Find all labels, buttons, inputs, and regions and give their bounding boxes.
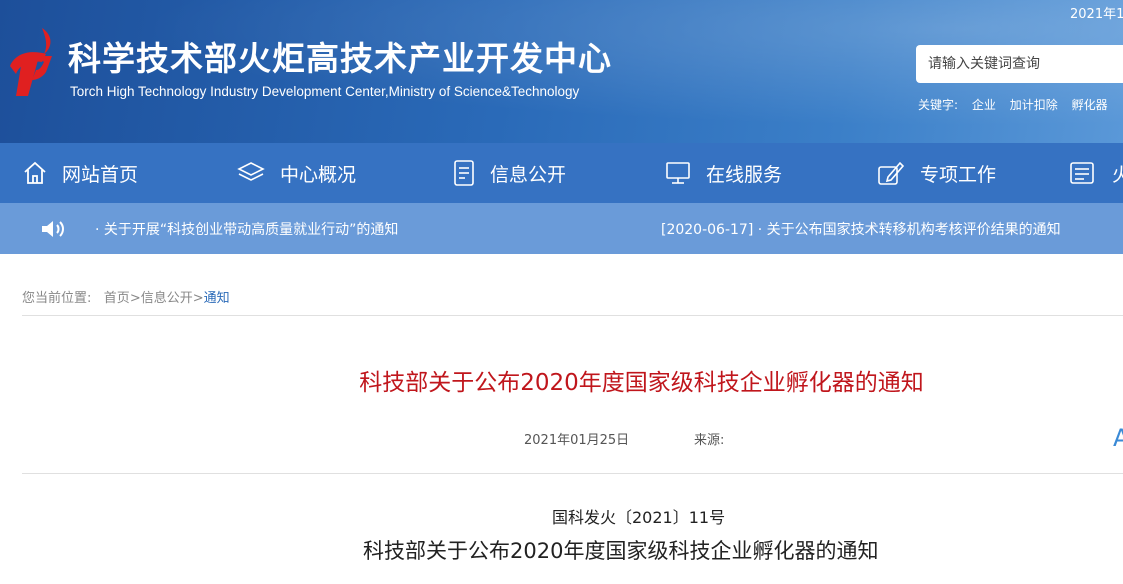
search-placeholder: 请输入关键词查询 — [928, 56, 1040, 72]
monitor-icon — [666, 162, 690, 184]
nav-item-info[interactable]: 信息公开 — [452, 143, 566, 203]
breadcrumb: 您当前位置: 首页>信息公开>通知 — [22, 287, 230, 306]
site-header: 科学技术部火炬高技术产业开发中心 Torch High Technology I… — [0, 0, 1123, 143]
nav-label: 专项工作 — [920, 163, 997, 186]
font-size-button[interactable]: A — [1113, 424, 1123, 452]
torch-logo-icon[interactable] — [2, 26, 62, 98]
keyword-link[interactable]: 孵化器 — [1072, 98, 1108, 112]
edit-icon — [878, 161, 905, 185]
layers-icon — [237, 162, 265, 181]
nav-label: 中心概况 — [280, 163, 357, 186]
nav-label: 网站首页 — [62, 163, 139, 186]
home-icon — [24, 161, 46, 184]
ticker-link[interactable]: [2020-06-17] · 关于公布国家技术转移机构考核评价结果的通知 — [661, 219, 1061, 239]
document-number: 国科发火〔2021〕11号 — [552, 508, 726, 527]
divider — [22, 315, 1123, 316]
document-body-title: 科技部关于公布2020年度国家级科技企业孵化器的通知 — [363, 539, 879, 563]
site-subtitle: Torch High Technology Industry Developme… — [70, 84, 580, 99]
article-source: 来源: — [694, 433, 725, 448]
site-title: 科学技术部火炬高技术产业开发中心 — [68, 39, 612, 78]
news-ticker: · 关于开展“科技创业带动高质量就业行动”的通知 [2020-06-17] · … — [0, 203, 1123, 254]
breadcrumb-prefix: 您当前位置: — [22, 291, 92, 306]
header-date: 2021年1 — [1070, 7, 1123, 22]
breadcrumb-current[interactable]: 通知 — [204, 291, 230, 306]
nav-item-torch[interactable]: 火炬 — [1068, 143, 1123, 203]
breadcrumb-section[interactable]: 信息公开 — [141, 291, 193, 306]
nav-item-overview[interactable]: 中心概况 — [236, 143, 356, 203]
main-nav: 网站首页 中心概况 信息公开 在线服务 专项工作 火 — [0, 143, 1123, 203]
nav-label: 火炬 — [1112, 163, 1123, 186]
breadcrumb-sep: > — [129, 291, 141, 306]
divider — [22, 473, 1123, 474]
news-icon — [1070, 162, 1094, 184]
ticker-link[interactable]: · 关于开展“科技创业带动高质量就业行动”的通知 — [95, 219, 398, 239]
article-title: 科技部关于公布2020年度国家级科技企业孵化器的通知 — [359, 370, 924, 396]
nav-label: 在线服务 — [706, 163, 783, 186]
article-date: 2021年01月25日 — [524, 433, 630, 448]
keywords-bar: 关键字: 企业 加计扣除 孵化器 — [918, 96, 1118, 113]
nav-item-home[interactable]: 网站首页 — [22, 143, 138, 203]
speaker-icon — [42, 221, 64, 237]
search-input[interactable]: 请输入关键词查询 — [916, 45, 1123, 83]
keyword-link[interactable]: 企业 — [972, 98, 996, 112]
keywords-label: 关键字: — [918, 98, 959, 112]
nav-label: 信息公开 — [490, 163, 567, 186]
nav-item-services[interactable]: 在线服务 — [664, 143, 782, 203]
document-icon — [454, 160, 474, 186]
breadcrumb-home[interactable]: 首页 — [104, 291, 130, 306]
breadcrumb-sep: > — [192, 291, 204, 306]
nav-item-special[interactable]: 专项工作 — [876, 143, 996, 203]
keyword-link[interactable]: 加计扣除 — [1010, 98, 1058, 112]
